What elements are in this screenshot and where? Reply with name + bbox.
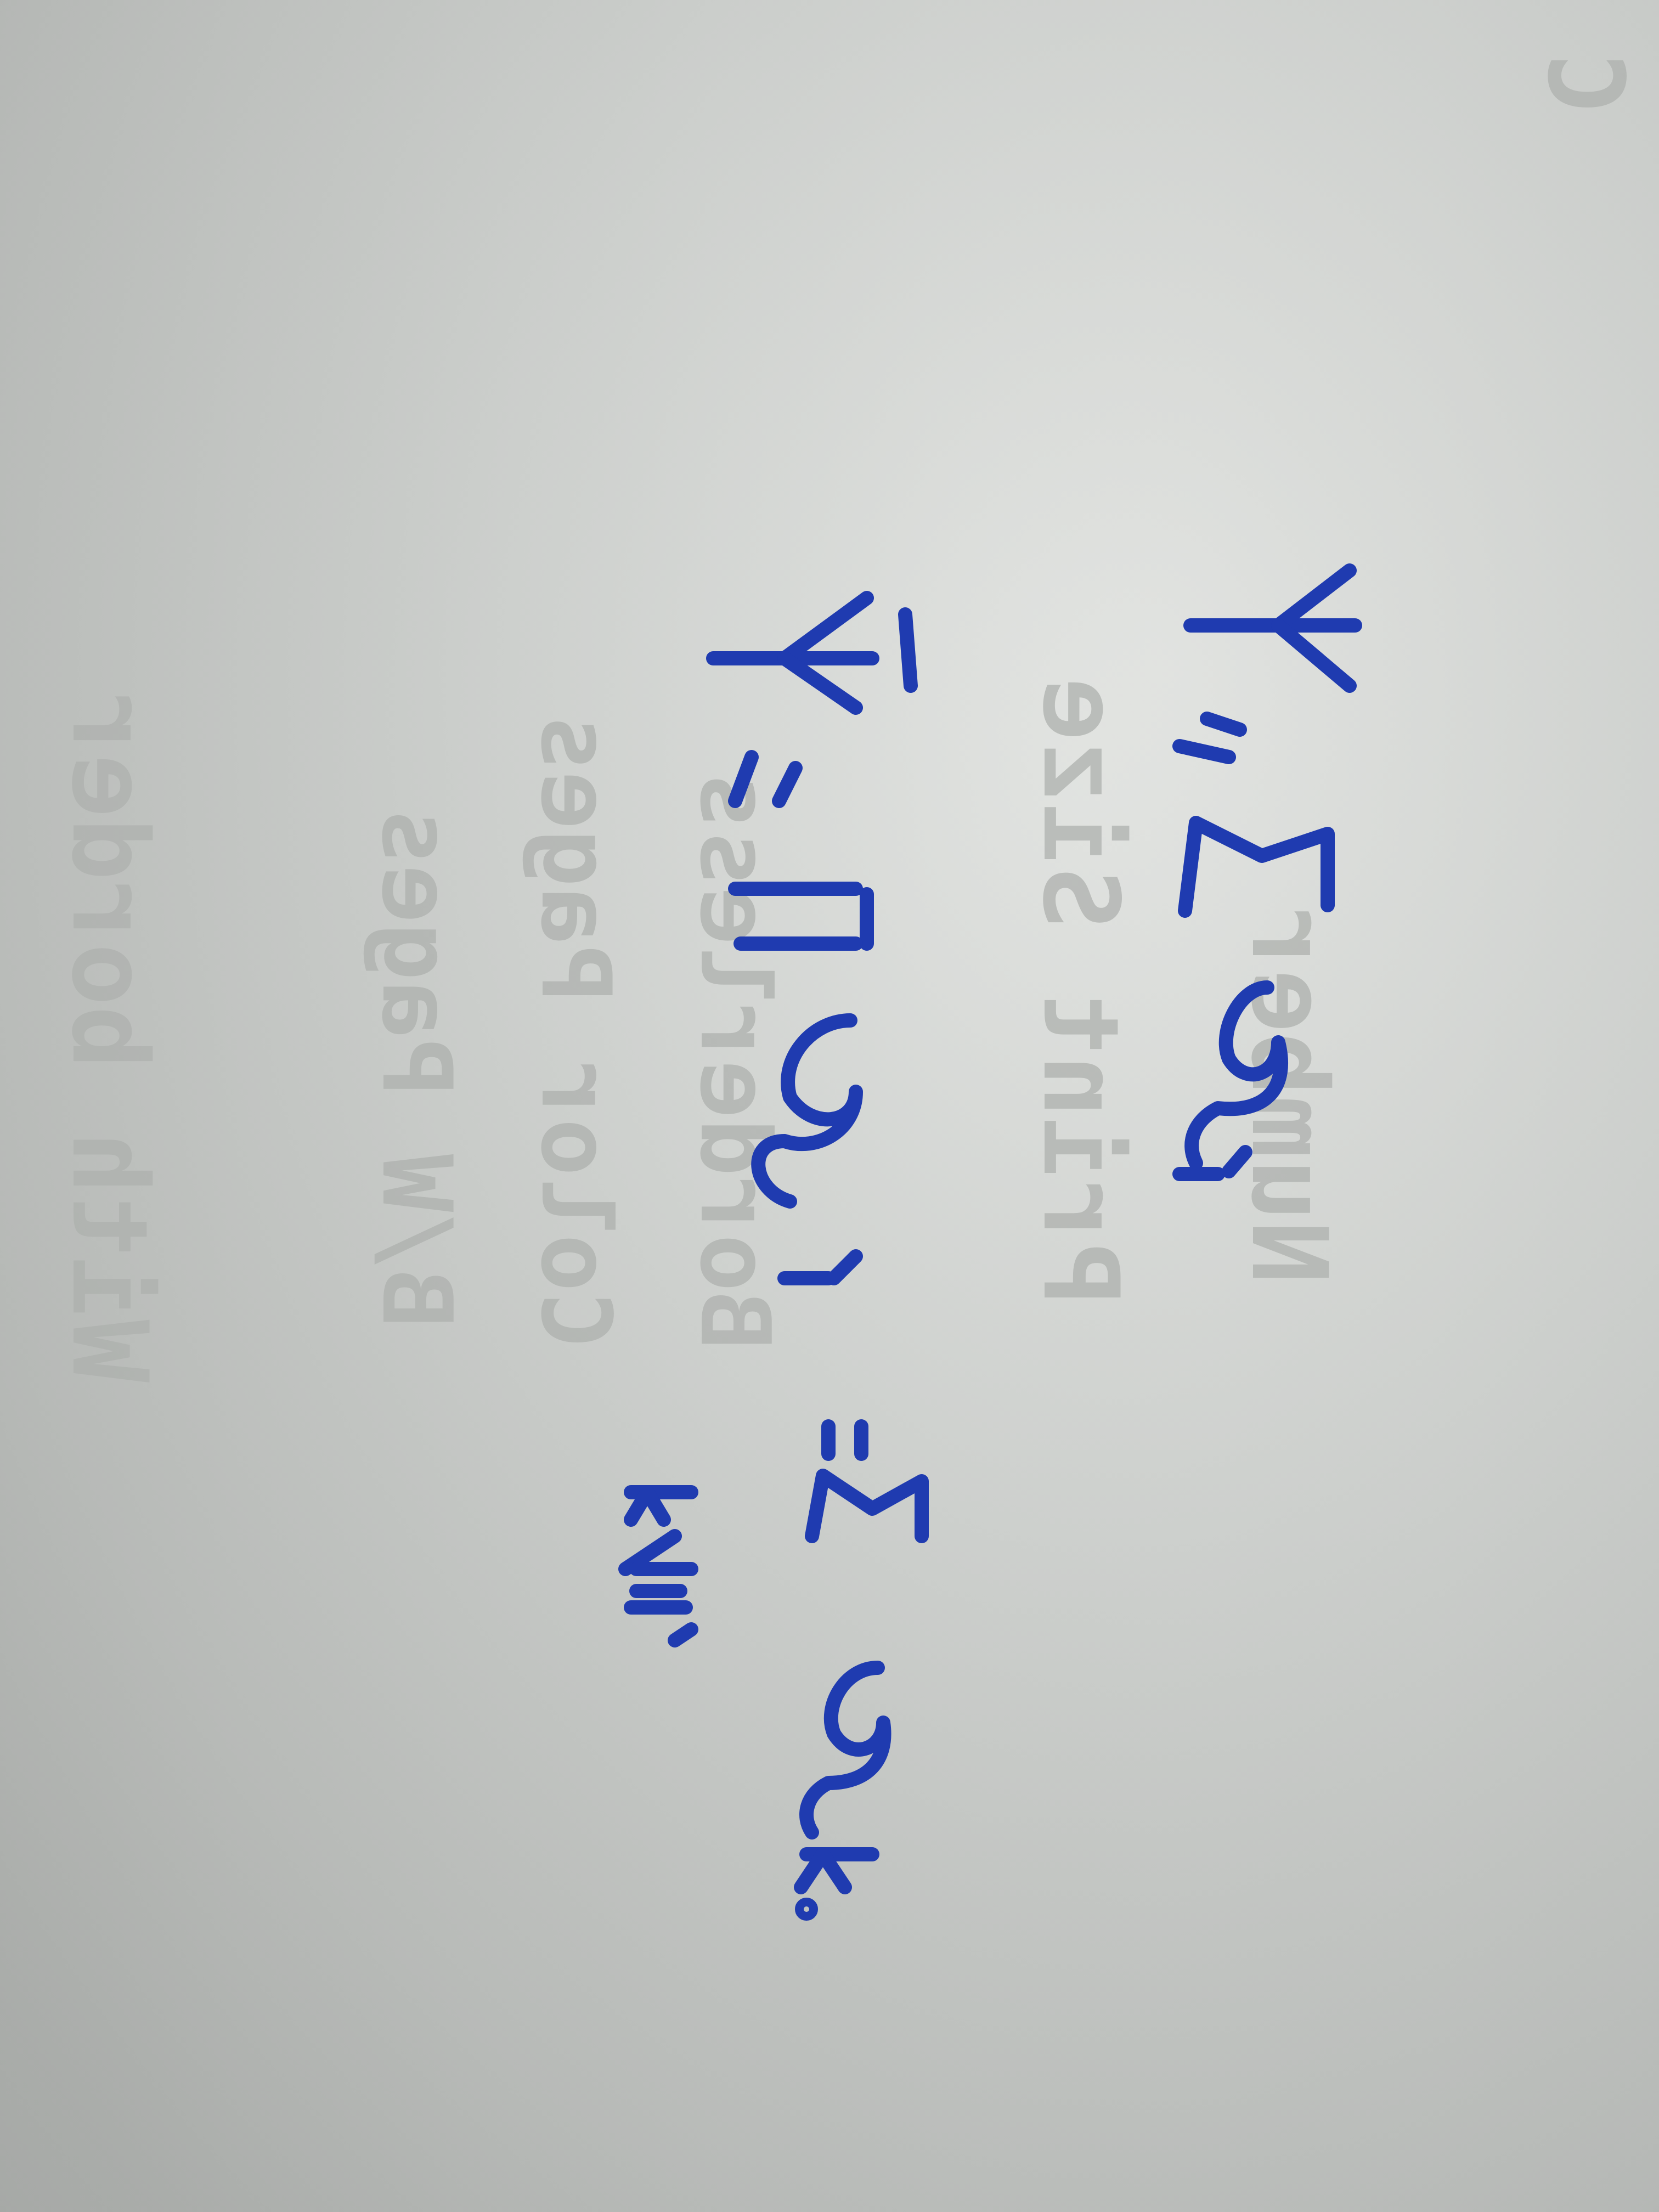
formula-line-2 [618, 591, 929, 1921]
formula-line-1 [1172, 563, 1362, 1181]
handwritten-formulas [618, 563, 1362, 1921]
photo-background: With border B/W Pages Color Pages Border… [0, 0, 1659, 2212]
